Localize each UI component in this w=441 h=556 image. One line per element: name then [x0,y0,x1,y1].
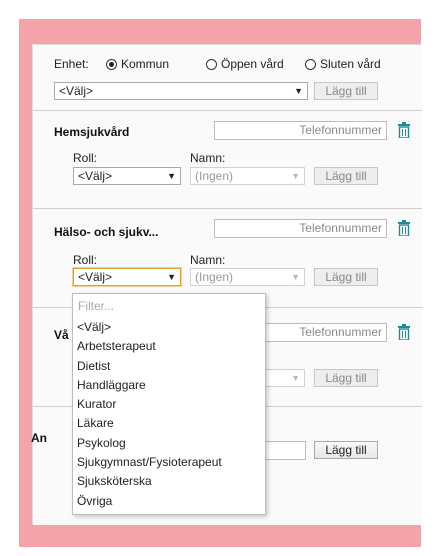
chevron-down-icon: ▼ [167,272,176,282]
list-item[interactable]: Läkare [77,414,222,433]
name-select-value: (Ingen) [195,270,234,284]
radio-kommun-label[interactable]: Kommun [121,57,169,71]
unit-select-value: <Välj> [59,84,94,98]
trash-icon[interactable] [397,324,411,340]
phone-input[interactable]: Telefonnummer [214,219,387,238]
chevron-down-icon: ▼ [291,272,300,282]
list-item[interactable]: Övriga [77,492,222,511]
role-select[interactable]: <Välj> ▼ [73,167,181,185]
radio-sluten-vard[interactable] [305,59,316,70]
name-select-value: (Ingen) [195,169,234,183]
section-title: Vå [54,328,69,342]
list-item[interactable]: Sjuksköterska [77,472,222,491]
list-item[interactable]: Sjukgymnast/Fysioterapeut [77,453,222,472]
unit-section: Enhet: Kommun Öppen vård Sluten vård <Vä… [33,45,422,111]
section-title: Hemsjukvård [54,125,130,139]
unit-select[interactable]: <Välj> ▼ [54,82,308,100]
name-label: Namn: [190,253,226,267]
name-select[interactable]: (Ingen) ▼ [190,167,305,185]
filter-input[interactable]: Filter... [78,299,114,313]
name-label: Namn: [190,151,226,165]
section-title: Hälso- och sjukv... [54,225,159,239]
role-options-list: <Välj> Arbetsterapeut Dietist Handläggar… [77,318,222,511]
chevron-down-icon: ▼ [294,86,303,96]
care-section-hemsjukvard: Hemsjukvård Telefonnummer Roll: Namn: <V… [33,111,422,209]
add-person-button[interactable]: Lägg till [314,369,378,387]
add-person-button[interactable]: Lägg till [314,167,378,185]
radio-kommun[interactable] [106,59,117,70]
list-item[interactable]: Kurator [77,395,222,414]
unit-add-button[interactable]: Lägg till [314,82,378,100]
chevron-down-icon: ▼ [291,373,300,383]
radio-oppen-vard[interactable] [206,59,217,70]
radio-oppen-vard-label[interactable]: Öppen vård [221,57,284,71]
list-item[interactable]: Dietist [77,357,222,376]
radio-sluten-vard-label[interactable]: Sluten vård [320,57,381,71]
add-button[interactable]: Lägg till [314,441,378,459]
role-select-value: <Välj> [78,270,113,284]
add-person-button[interactable]: Lägg till [314,268,378,286]
phone-input[interactable]: Telefonnummer [214,121,387,140]
trash-icon[interactable] [397,220,411,236]
list-item[interactable]: Handläggare [77,376,222,395]
name-select[interactable]: (Ingen) ▼ [190,268,305,286]
unit-label: Enhet: [54,57,89,71]
chevron-down-icon: ▼ [291,171,300,181]
section-title: An [31,431,47,445]
role-label: Roll: [73,151,98,165]
role-label: Roll: [73,253,98,267]
chevron-down-icon: ▼ [167,171,176,181]
role-select-value: <Välj> [78,169,113,183]
role-select[interactable]: <Välj> ▼ [73,268,181,286]
list-item[interactable]: Psykolog [77,434,222,453]
list-item[interactable]: <Välj> [77,318,222,337]
trash-icon[interactable] [397,122,411,138]
list-item[interactable]: Arbetsterapeut [77,337,222,356]
role-dropdown: Filter... <Välj> Arbetsterapeut Dietist … [72,293,266,515]
